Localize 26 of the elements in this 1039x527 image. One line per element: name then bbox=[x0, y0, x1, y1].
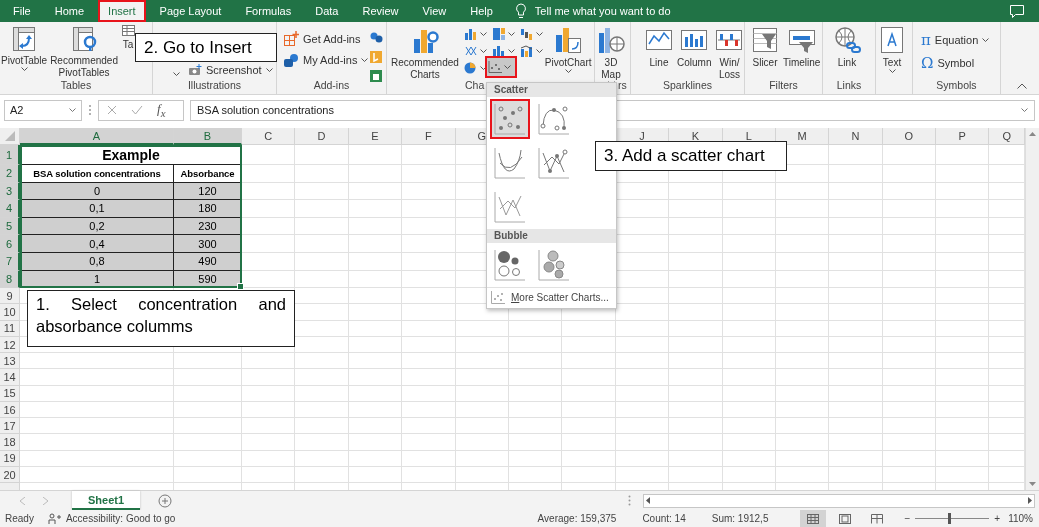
table-cell: 0,4 bbox=[20, 235, 174, 253]
group-label: Links bbox=[836, 79, 862, 91]
group-label: Sparklines bbox=[663, 79, 712, 91]
group-label: Add-ins bbox=[313, 79, 350, 91]
status-statistic: Average: 159,375 bbox=[537, 513, 617, 524]
status-mode: Ready bbox=[5, 513, 34, 524]
group-label: Illustrations bbox=[187, 79, 242, 91]
annotation-tooltip: 3. Add a scatter chart bbox=[595, 141, 787, 171]
annotation-tooltip: 1. Select concentration and absorbance columms bbox=[27, 290, 295, 347]
status-statistic: Sum: 1912,5 bbox=[711, 513, 769, 524]
group-label: Symbols bbox=[936, 79, 977, 91]
group-label: Cha bbox=[465, 79, 485, 91]
group-label: Tables bbox=[60, 79, 92, 91]
symbol-glyph: Ω bbox=[921, 54, 934, 72]
symbol-glyph: π bbox=[921, 31, 931, 49]
column-heading: BSA solution concentrations bbox=[20, 165, 174, 183]
column-heading: Absorbance bbox=[174, 165, 242, 183]
table-cell: 300 bbox=[174, 235, 242, 253]
table-cell: 180 bbox=[174, 200, 242, 218]
group-label: rs bbox=[618, 79, 627, 91]
menu-section-title: Bubble bbox=[494, 230, 528, 241]
status-statistic: Count: 14 bbox=[642, 513, 686, 524]
annotation-tooltip: 2. Go to Insert bbox=[135, 33, 277, 62]
group-label: Filters bbox=[769, 79, 798, 91]
table-cell: 0,1 bbox=[20, 200, 174, 218]
menu-section-title: Scatter bbox=[494, 84, 528, 95]
